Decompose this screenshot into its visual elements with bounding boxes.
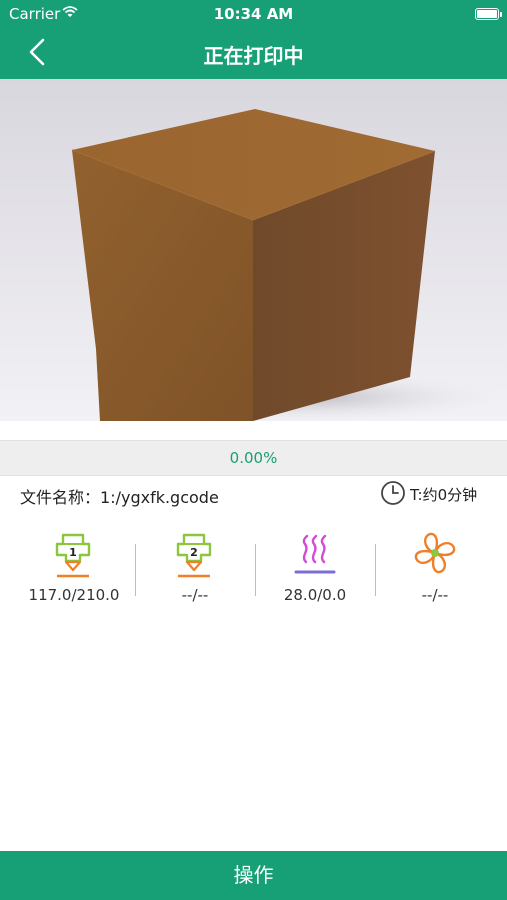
extruder-2-icon: 2 xyxy=(176,533,212,578)
time-estimate: T:约0分钟 xyxy=(380,480,495,506)
time-estimate-text: T:约0分钟 xyxy=(410,486,478,504)
svg-text:1: 1 xyxy=(69,546,77,559)
file-name-value: 1:/ygxfk.gcode xyxy=(100,488,219,507)
file-name-line: 文件名称：1:/ygxfk.gcode xyxy=(20,484,219,508)
printer-stats: 1 117.0/210.0 2 --/-- 28.0/0.0 --/-- xyxy=(0,528,507,608)
model-preview-image xyxy=(0,79,507,421)
status-bar: Carrier 10:34 AM xyxy=(0,0,507,28)
extruder-1-temp: 117.0/210.0 xyxy=(28,586,120,604)
extruder-2-stat[interactable]: 2 --/-- xyxy=(135,528,255,608)
extruder-1-stat[interactable]: 1 117.0/210.0 xyxy=(14,528,134,608)
fan-icon xyxy=(414,532,456,574)
extruder-1-icon: 1 xyxy=(55,533,91,578)
file-name-label: 文件名称： xyxy=(20,488,101,507)
fan-stat[interactable]: --/-- xyxy=(375,528,495,608)
page-title: 正在打印中 xyxy=(203,44,304,68)
clock-icon xyxy=(381,481,405,505)
print-progress-bar: 0.00% xyxy=(0,440,507,476)
battery-icon xyxy=(475,8,502,20)
svg-text:2: 2 xyxy=(190,546,198,559)
top-header: Carrier 10:34 AM 正在打印中 xyxy=(0,0,507,79)
heated-bed-icon xyxy=(294,534,336,574)
heated-bed-temp: 28.0/0.0 xyxy=(283,586,347,604)
operations-button[interactable]: 操作 xyxy=(0,851,507,900)
fan-speed: --/-- xyxy=(421,586,449,604)
heated-bed-stat[interactable]: 28.0/0.0 xyxy=(255,528,375,608)
extruder-2-temp: --/-- xyxy=(181,586,209,604)
clock-time: 10:34 AM xyxy=(213,5,294,23)
progress-percent: 0.00% xyxy=(229,449,278,467)
